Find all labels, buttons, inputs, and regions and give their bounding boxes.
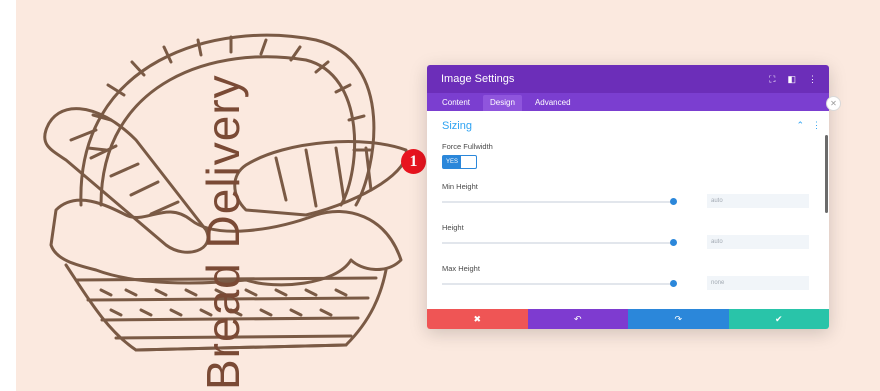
modal-tabs: Content Design Advanced: [427, 93, 829, 111]
max-height-label: Max Height: [442, 264, 480, 273]
scrollbar[interactable]: [825, 135, 828, 213]
max-height-slider[interactable]: [442, 283, 672, 285]
columns-icon[interactable]: ◧: [787, 74, 796, 84]
toggle-knob: [461, 156, 476, 168]
tab-content[interactable]: Content: [435, 95, 477, 111]
height-slider[interactable]: [442, 242, 672, 244]
more-icon[interactable]: ⋮: [808, 74, 817, 84]
min-height-label: Min Height: [442, 182, 478, 191]
illustration-text: Bread Delivery: [197, 74, 249, 390]
undo-button[interactable]: ↶: [527, 309, 628, 329]
close-icon[interactable]: ✕: [826, 96, 841, 111]
force-fullwidth-toggle[interactable]: YES: [442, 155, 477, 169]
tab-design[interactable]: Design: [483, 95, 522, 111]
cancel-button[interactable]: ✖: [427, 309, 528, 329]
save-button[interactable]: ✔: [728, 309, 829, 329]
section-icons: ⌃ ⋮: [796, 120, 821, 131]
modal-title: Image Settings: [441, 73, 515, 85]
min-height-input[interactable]: auto: [707, 194, 809, 208]
image-settings-modal: Image Settings ⛶ ◧ ⋮ Content Design Adva…: [427, 65, 829, 329]
modal-header: Image Settings ⛶ ◧ ⋮: [427, 65, 829, 93]
modal-body: Sizing ⌃ ⋮ Force Fullwidth YES Min Heigh…: [427, 111, 829, 311]
chevron-up-icon[interactable]: ⌃: [796, 120, 804, 131]
min-height-slider-thumb[interactable]: [670, 198, 677, 205]
height-label: Height: [442, 223, 464, 232]
height-slider-thumb[interactable]: [670, 239, 677, 246]
height-input[interactable]: auto: [707, 235, 809, 249]
force-fullwidth-label: Force Fullwidth: [442, 142, 493, 151]
header-icons: ⛶ ◧ ⋮: [769, 65, 817, 93]
expand-icon[interactable]: ⛶: [769, 74, 775, 84]
modal-footer: ✖ ↶ ↷ ✔: [427, 309, 829, 329]
step-badge: 1: [401, 149, 426, 174]
max-height-input[interactable]: none: [707, 276, 809, 290]
tab-advanced[interactable]: Advanced: [528, 95, 578, 111]
redo-button[interactable]: ↷: [628, 309, 729, 329]
section-title[interactable]: Sizing: [442, 120, 472, 132]
max-height-slider-thumb[interactable]: [670, 280, 677, 287]
min-height-slider[interactable]: [442, 201, 672, 203]
toggle-yes-label: YES: [445, 159, 458, 165]
section-more-icon[interactable]: ⋮: [812, 120, 821, 131]
